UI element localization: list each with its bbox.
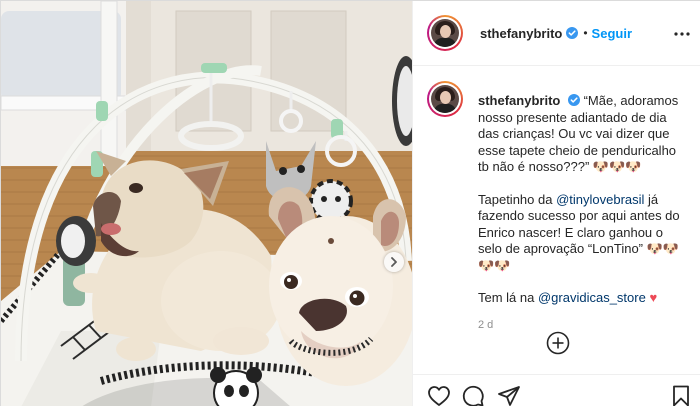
- caption-text-2-start: Tapetinho da: [478, 191, 557, 207]
- plus-circle-icon[interactable]: [546, 331, 570, 355]
- caption-row: sthefanybrito “Mãe, adoramos nosso prese…: [427, 81, 688, 333]
- caption-timestamp[interactable]: 2 d: [478, 317, 686, 334]
- caption-avatar[interactable]: [427, 81, 463, 117]
- avatar-photo: [431, 19, 459, 47]
- red-heart-emoji: ♥: [649, 290, 658, 305]
- heart-icon[interactable]: [427, 384, 451, 406]
- follow-button[interactable]: Seguir: [592, 26, 632, 41]
- post-photo[interactable]: [1, 1, 412, 406]
- next-photo-button[interactable]: [384, 252, 404, 272]
- paper-plane-icon[interactable]: [497, 384, 521, 406]
- mention-link-gravidicas-store[interactable]: @gravidicas_store: [538, 290, 646, 305]
- post-header: sthefanybrito • Seguir: [413, 1, 700, 66]
- verified-badge-icon: [567, 94, 580, 106]
- bookmark-icon[interactable]: [669, 384, 693, 406]
- avatar-photo: [431, 85, 459, 113]
- caption-text-3-start: Tem lá na: [478, 290, 538, 305]
- chevron-right-icon: [391, 257, 397, 267]
- caption-username[interactable]: sthefanybrito: [478, 93, 560, 108]
- comment-icon[interactable]: [461, 384, 485, 406]
- post-sidebar: sthefanybrito • Seguir sthefanybrito “Mã…: [412, 1, 700, 406]
- mention-link-tinylovebrasil[interactable]: @tinylovebrasil: [556, 192, 644, 207]
- instagram-post: sthefanybrito • Seguir sthefanybrito “Mã…: [0, 0, 700, 406]
- comments-section: sthefanybrito “Mãe, adoramos nosso prese…: [413, 67, 700, 352]
- header-separator: •: [583, 26, 588, 40]
- post-caption: sthefanybrito “Mãe, adoramos nosso prese…: [478, 93, 686, 333]
- post-actions-bar: [413, 374, 700, 406]
- photo-dogs-on-play-mat: [1, 1, 412, 406]
- more-options-icon[interactable]: [674, 27, 690, 41]
- author-avatar[interactable]: [427, 15, 463, 51]
- author-username[interactable]: sthefanybrito: [480, 26, 562, 41]
- verified-badge-icon: [566, 27, 579, 39]
